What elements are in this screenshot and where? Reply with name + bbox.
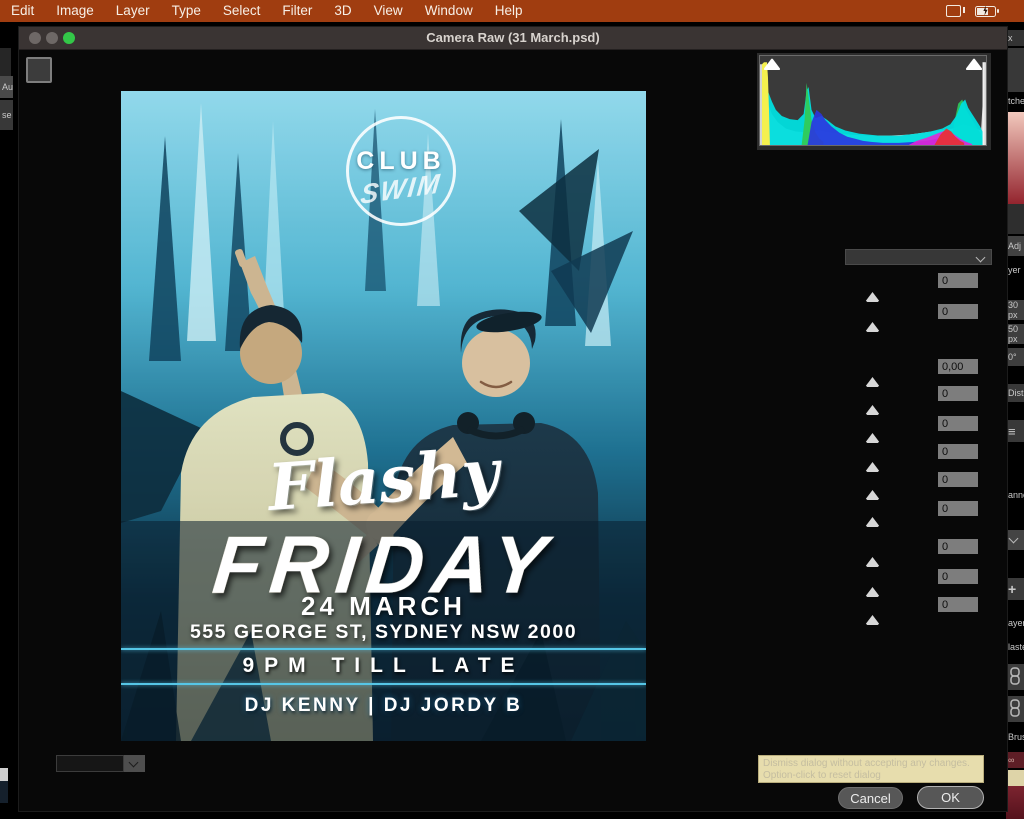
flyer-divider-bottom (121, 683, 646, 685)
histogram-plot (759, 55, 987, 146)
chevron-down-icon (1006, 530, 1024, 550)
link-icon (1006, 664, 1024, 690)
right-fragment-brush: Brush (1006, 728, 1024, 746)
slider-thumb-4[interactable] (865, 405, 880, 415)
flyer-time: 9PM TILL LATE (121, 654, 646, 678)
minimize-button[interactable] (46, 32, 58, 44)
link-icon-2 (1006, 696, 1024, 722)
flyer-address: 555 GEORGE ST, SYDNEY NSW 2000 (121, 621, 646, 644)
left-panel-fragment (0, 48, 11, 76)
menu-window[interactable]: Window (414, 0, 484, 22)
shadow-clipping-icon[interactable] (763, 58, 781, 71)
highlight-clipping-icon[interactable] (965, 58, 983, 71)
value-field-5[interactable] (938, 416, 978, 431)
menu-view[interactable]: View (363, 0, 414, 22)
screen: Edit Image Layer Type Select Filter 3D V… (0, 0, 1024, 819)
cancel-button[interactable]: Cancel (838, 787, 903, 809)
histogram-svg (760, 56, 986, 145)
right-fragment-swatches: tches (1006, 92, 1024, 110)
slider-thumb-1[interactable] (865, 292, 880, 302)
right-fragment-layer1: ayer (1006, 614, 1024, 632)
zoom-level-field[interactable] (56, 755, 124, 772)
value-field-8[interactable] (938, 501, 978, 516)
menu-help[interactable]: Help (484, 0, 534, 22)
value-field-10[interactable] (938, 569, 978, 584)
chain-icon: ∞ (1006, 752, 1024, 768)
value-field-11[interactable] (938, 597, 978, 612)
right-fragment-close: x (1006, 30, 1024, 46)
display-icon[interactable] (946, 5, 961, 17)
window-title: Camera Raw (31 March.psd) (426, 30, 599, 45)
zoom-level-dropdown-button[interactable] (124, 755, 145, 772)
slider-thumb-11[interactable] (865, 615, 880, 625)
value-field-7[interactable] (938, 472, 978, 487)
value-field-4[interactable] (938, 386, 978, 401)
left-fragment-au: Au (0, 76, 13, 98)
menu-edit[interactable]: Edit (0, 0, 45, 22)
menu-select[interactable]: Select (212, 0, 272, 22)
slider-thumb-2[interactable] (865, 322, 880, 332)
club-logo: CLUB SWIM (346, 116, 456, 226)
histogram-panel[interactable] (757, 53, 991, 150)
slider-thumb-6[interactable] (865, 462, 880, 472)
zoom-window-button[interactable] (63, 32, 75, 44)
slider-thumb-10[interactable] (865, 587, 880, 597)
align-icon: ≡ (1006, 420, 1024, 442)
ok-button[interactable]: OK (917, 786, 984, 809)
right-panel-fragment (1006, 48, 1024, 92)
right-fragment-master: laste (1006, 638, 1024, 656)
menu-image[interactable]: Image (45, 0, 105, 22)
camera-raw-dialog: Camera Raw (31 March.psd) (18, 26, 1008, 812)
menu-layer[interactable]: Layer (105, 0, 161, 22)
right-fragment-angle: 0° (1006, 348, 1024, 366)
slider-thumb-5[interactable] (865, 433, 880, 443)
menu-3d[interactable]: 3D (323, 0, 362, 22)
tool-button[interactable] (26, 57, 52, 83)
tooltip-edge-fragment (1006, 770, 1024, 786)
tooltip-line-1: Dismiss dialog without accepting any cha… (763, 758, 979, 770)
right-fragment-30px: 30 px (1006, 300, 1024, 320)
menu-type[interactable]: Type (161, 0, 212, 22)
image-preview-canvas[interactable]: CLUB SWIM Flashy FRIDAY 24 MARCH 555 GEO… (121, 91, 646, 741)
right-fragment-50px: 50 px (1006, 324, 1024, 344)
cancel-button-tooltip: Dismiss dialog without accepting any cha… (758, 755, 984, 783)
flyer-divider-top (121, 648, 646, 650)
slider-thumb-8[interactable] (865, 517, 880, 527)
slider-thumb-3[interactable] (865, 377, 880, 387)
value-field-9[interactable] (938, 539, 978, 554)
move-icon: + (1006, 578, 1024, 600)
adjustment-dropdown[interactable] (845, 249, 992, 265)
value-field-2[interactable] (938, 304, 978, 319)
zoom-level-value (57, 761, 61, 772)
value-field-6[interactable] (938, 444, 978, 459)
slider-thumb-9[interactable] (865, 557, 880, 567)
left-toolbar-fragment (0, 768, 8, 781)
slider-thumb-7[interactable] (865, 490, 880, 500)
chevron-down-icon (129, 758, 139, 768)
right-panel-fragment-2 (1006, 204, 1024, 234)
right-fragment-channels: anne (1006, 486, 1024, 504)
close-button[interactable] (29, 32, 41, 44)
tooltip-line-2: Option-click to reset dialog (763, 770, 979, 782)
dialog-titlebar[interactable]: Camera Raw (31 March.psd) (19, 27, 1007, 50)
flyer-lineup: DJ KENNY | DJ JORDY B (121, 695, 646, 717)
left-fragment-se: se (0, 100, 13, 130)
right-fragment-adjustments: Adj (1006, 236, 1024, 256)
right-fragment-distribute: Distri (1006, 384, 1024, 402)
right-fragment-layer: yer (1006, 260, 1024, 280)
menu-bar: Edit Image Layer Type Select Filter 3D V… (0, 0, 1024, 22)
red-panel-fragment (1006, 786, 1024, 819)
menu-filter[interactable]: Filter (271, 0, 323, 22)
flyer-date: 24 MARCH (121, 591, 646, 622)
color-picker-fragment (1006, 112, 1024, 204)
chevron-down-icon (976, 252, 986, 262)
battery-charging-icon[interactable] (975, 6, 996, 17)
value-field-1[interactable] (938, 273, 978, 288)
value-field-3[interactable] (938, 359, 978, 374)
left-toolbar-fragment-2 (0, 781, 8, 803)
